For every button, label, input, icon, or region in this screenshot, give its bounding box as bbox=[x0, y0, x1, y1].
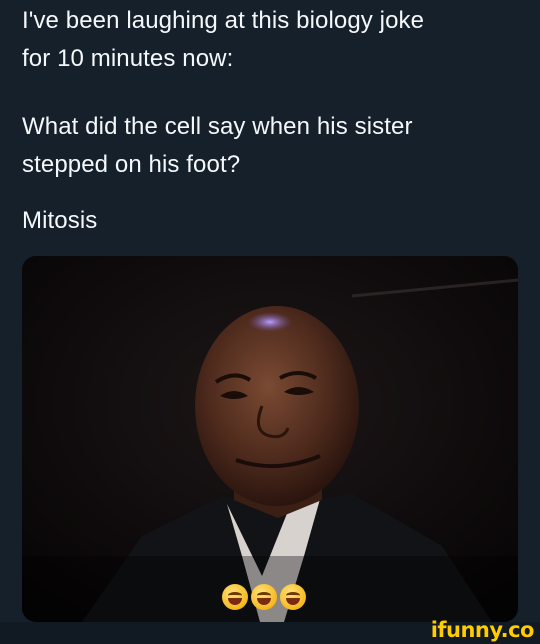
tweet-line: I've been laughing at this biology joke bbox=[22, 7, 425, 34]
emoji-row bbox=[222, 584, 306, 610]
tweet-line: for 10 minutes now: bbox=[22, 45, 234, 72]
face-with-tears-of-joy-icon bbox=[251, 584, 277, 610]
ifunny-watermark: ifunny.co bbox=[430, 618, 535, 642]
tweet-media-image[interactable] bbox=[22, 256, 518, 622]
tweet-paragraph-1: I've been laughing at this biology joke … bbox=[22, 0, 424, 78]
tweet-line: stepped on his foot? bbox=[22, 151, 241, 178]
tweet-line: Mitosis bbox=[22, 207, 98, 234]
man-smirking-image bbox=[22, 256, 518, 622]
tweet-paragraph-2: What did the cell say when his sister st… bbox=[22, 108, 413, 184]
tweet-line: What did the cell say when his sister bbox=[22, 113, 413, 140]
tweet-paragraph-3: Mitosis bbox=[22, 202, 97, 240]
face-with-tears-of-joy-icon bbox=[222, 584, 248, 610]
face-with-tears-of-joy-icon bbox=[280, 584, 306, 610]
